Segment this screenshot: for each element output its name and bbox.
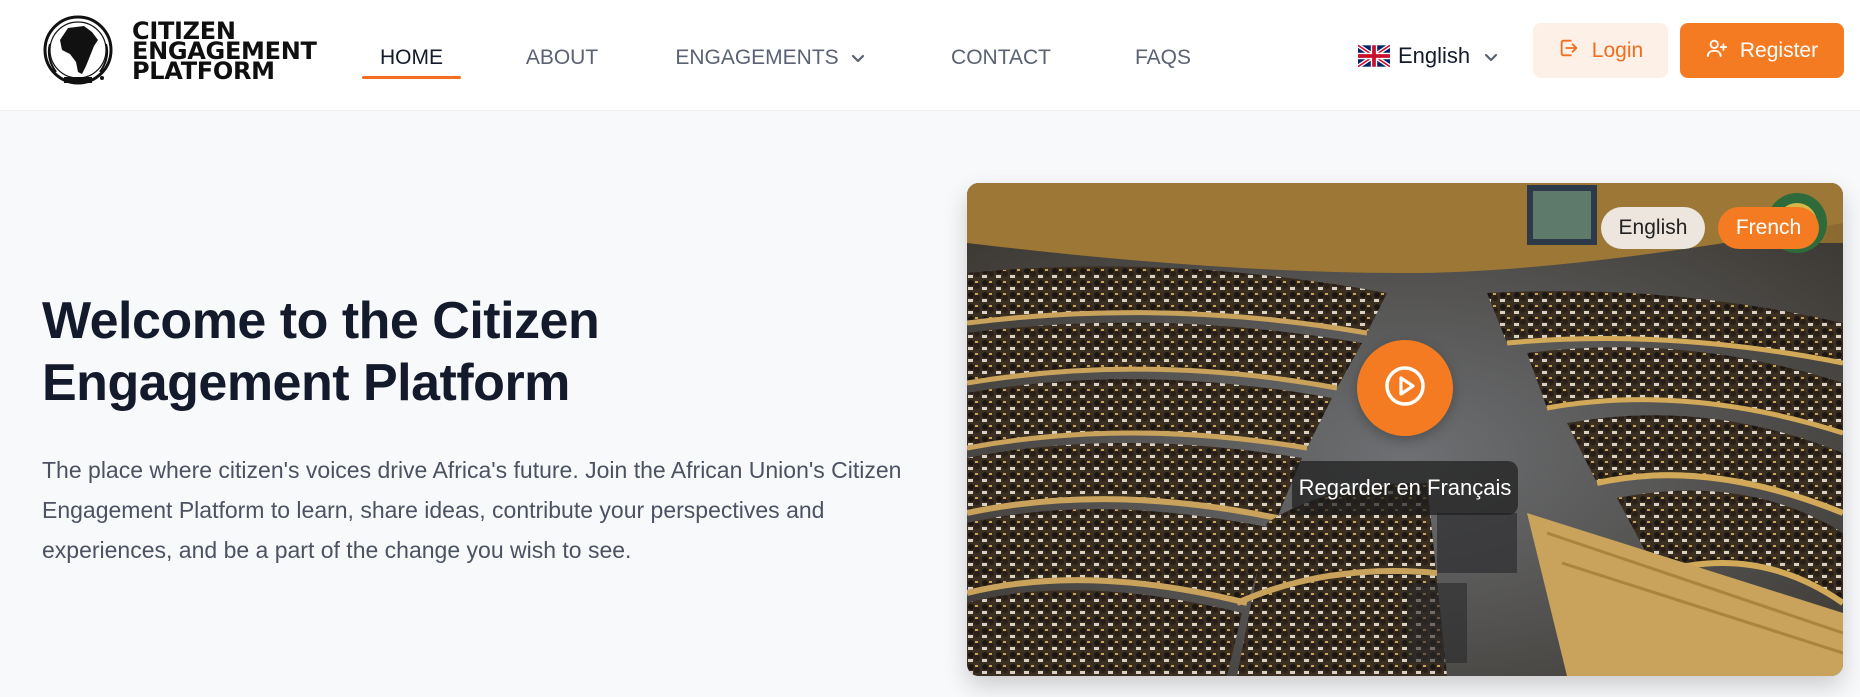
language-selected-label: English <box>1398 43 1471 68</box>
nav-contact-label: CONTACT <box>951 46 1051 69</box>
register-button[interactable]: Register <box>1680 23 1844 78</box>
site-header: CITIZEN ENGAGEMENT PLATFORM HOME ABOUT E… <box>0 0 1860 111</box>
chevron-down-icon <box>1484 43 1498 69</box>
uk-flag-icon <box>1358 45 1390 67</box>
nav-faqs[interactable]: FAQS <box>1128 36 1198 80</box>
language-selector[interactable]: English <box>1358 34 1498 78</box>
nav-engagements[interactable]: ENGAGEMENTS <box>670 36 870 80</box>
logo-line-3: PLATFORM <box>132 57 275 85</box>
nav-contact[interactable]: CONTACT <box>946 36 1056 80</box>
video-language-english[interactable]: English <box>1601 207 1705 249</box>
video-language-french[interactable]: French <box>1718 207 1819 249</box>
add-user-icon <box>1706 37 1728 65</box>
african-union-emblem-icon <box>40 14 120 88</box>
site-logo[interactable]: CITIZEN ENGAGEMENT PLATFORM <box>40 14 317 88</box>
login-icon <box>1558 37 1580 65</box>
nav-about-label: ABOUT <box>525 46 599 69</box>
intro-video-player[interactable]: English French Regarder en Français <box>967 183 1843 676</box>
register-label: Register <box>1739 38 1819 62</box>
hero-description: The place where citizen's voices drive A… <box>42 457 902 563</box>
play-circle-icon <box>1383 364 1427 413</box>
nav-about[interactable]: ABOUT <box>517 36 607 80</box>
video-caption: Regarder en Français <box>1292 461 1518 515</box>
nav-home-label: HOME <box>380 46 443 69</box>
hero-title: Welcome to the Citizen Engagement Platfo… <box>42 292 600 412</box>
nav-engagements-label: ENGAGEMENTS <box>675 46 839 69</box>
nav-home[interactable]: HOME <box>362 36 461 80</box>
login-label: Login <box>1591 38 1644 62</box>
nav-faqs-label: FAQS <box>1134 46 1192 69</box>
nav-active-indicator <box>362 76 461 79</box>
video-language-french-label: French <box>1735 216 1802 239</box>
video-language-english-label: English <box>1618 216 1688 239</box>
play-button[interactable] <box>1357 340 1453 436</box>
chevron-down-icon <box>851 46 865 70</box>
logo-wordmark: CITIZEN ENGAGEMENT PLATFORM <box>132 19 317 85</box>
login-button[interactable]: Login <box>1533 23 1668 78</box>
